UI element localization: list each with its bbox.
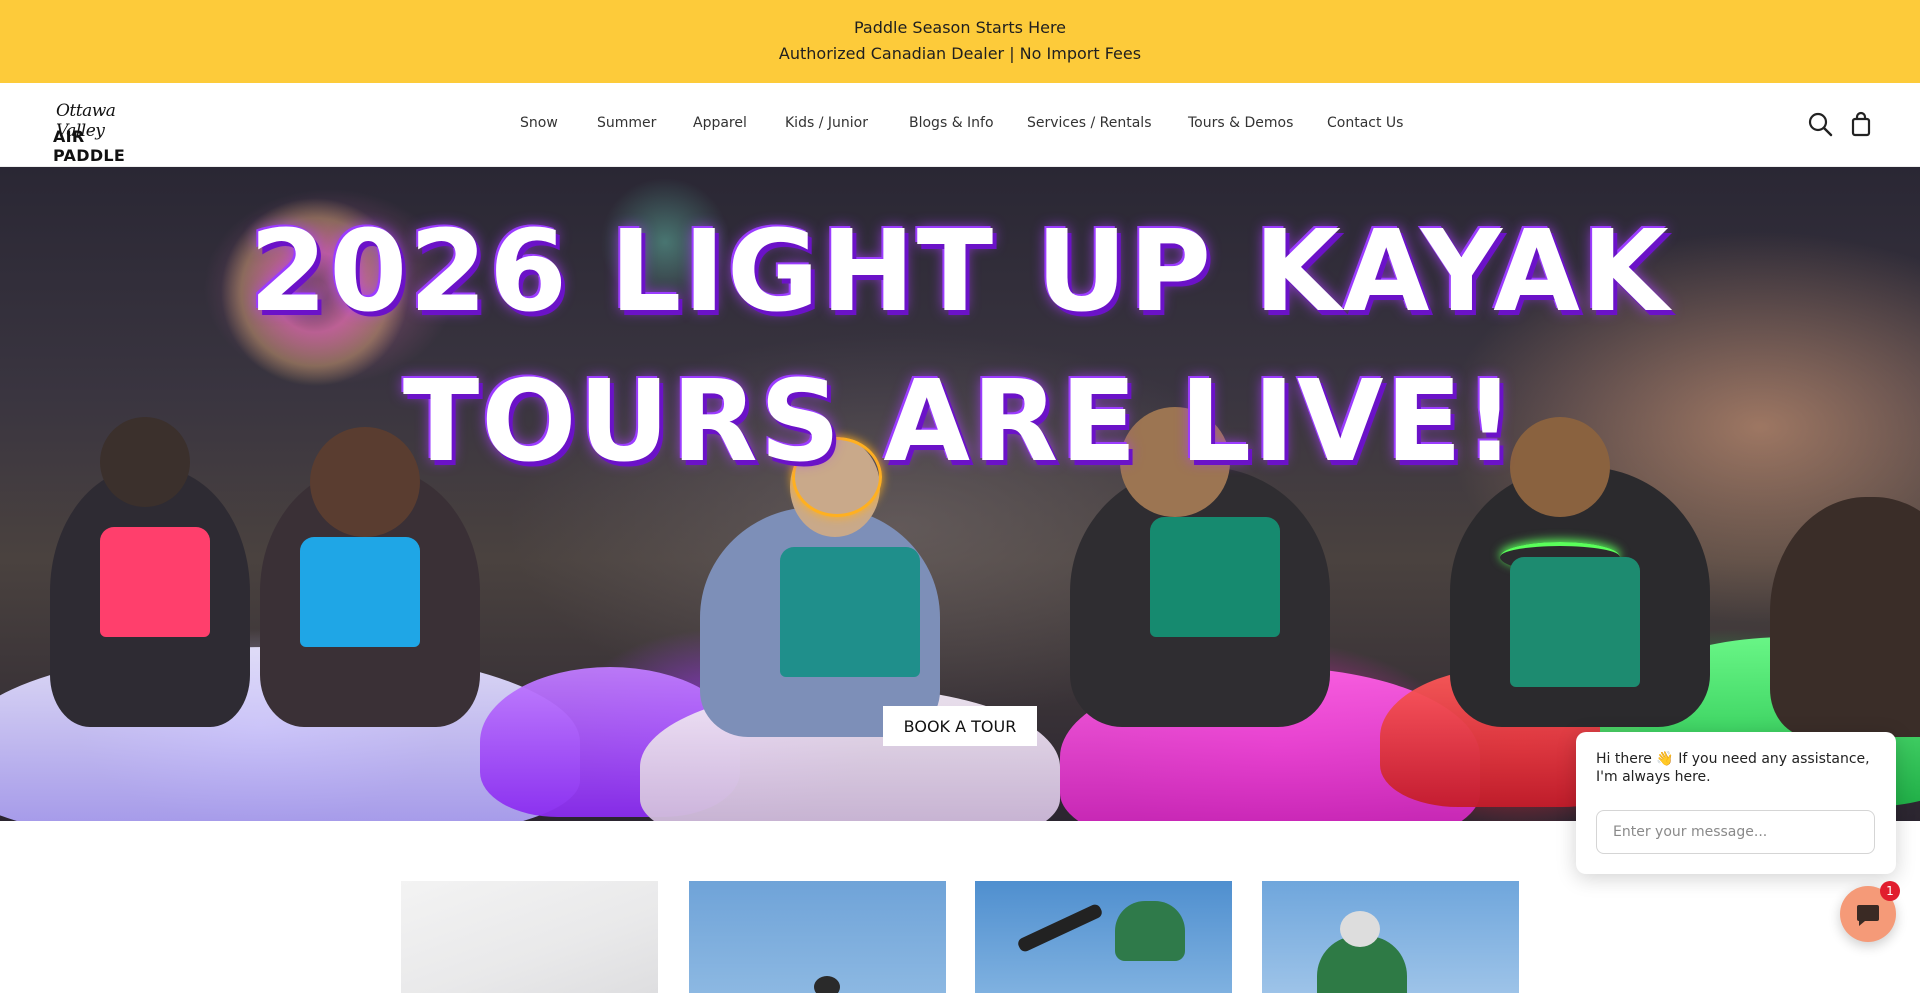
announcement-line-1: Paddle Season Starts Here [853, 18, 1067, 37]
nav-item-tours-demos[interactable]: Tours & Demos [1188, 115, 1293, 131]
chat-notification-badge: 1 [1880, 881, 1900, 901]
hero-title-line-2: TOURS ARE LIVE! [402, 357, 1518, 487]
tile-photo-rider [1115, 901, 1185, 961]
announcement-line-2: Authorized Canadian Dealer | No Import F… [778, 44, 1142, 63]
nav-item-kids-junior[interactable]: Kids / Junior [785, 115, 868, 131]
tile-photo-helmet [1340, 911, 1380, 947]
hero-banner: 2026 LIGHT UP KAYAK TOURS ARE LIVE! BOOK… [0, 167, 1920, 821]
collection-tile[interactable] [689, 881, 946, 993]
nav-item-snow[interactable]: Snow [520, 115, 558, 131]
search-icon[interactable] [1807, 111, 1833, 137]
collection-tile[interactable] [975, 881, 1232, 993]
nav-item-blogs-info[interactable]: Blogs & Info [909, 115, 994, 131]
chat-greeting: Hi there 👋 If you need any assistance, I… [1596, 751, 1870, 785]
shopping-bag-icon[interactable] [1848, 111, 1874, 137]
chat-message-input[interactable] [1596, 810, 1875, 854]
collection-tile[interactable] [1262, 881, 1519, 993]
nav-item-summer[interactable]: Summer [597, 115, 656, 131]
main-nav: Snow Summer Apparel Kids / Junior Blogs … [0, 83, 1920, 167]
site-header: Ottawa Valley AIR PADDLE Snow Summer App… [0, 83, 1920, 167]
hero-title-line-1: 2026 LIGHT UP KAYAK [249, 207, 1671, 337]
tile-photo-snowboard [1016, 902, 1104, 954]
book-a-tour-button[interactable]: BOOK A TOUR [883, 706, 1037, 746]
collection-tile[interactable] [401, 881, 658, 993]
nav-item-services-rentals[interactable]: Services / Rentals [1027, 115, 1152, 131]
nav-item-contact-us[interactable]: Contact Us [1327, 115, 1403, 131]
announcement-bar: Paddle Season Starts Here Authorized Can… [0, 0, 1920, 83]
nav-item-apparel[interactable]: Apparel [693, 115, 747, 131]
chat-popup: Hi there 👋 If you need any assistance, I… [1576, 732, 1896, 874]
tile-photo-subject [814, 976, 840, 993]
